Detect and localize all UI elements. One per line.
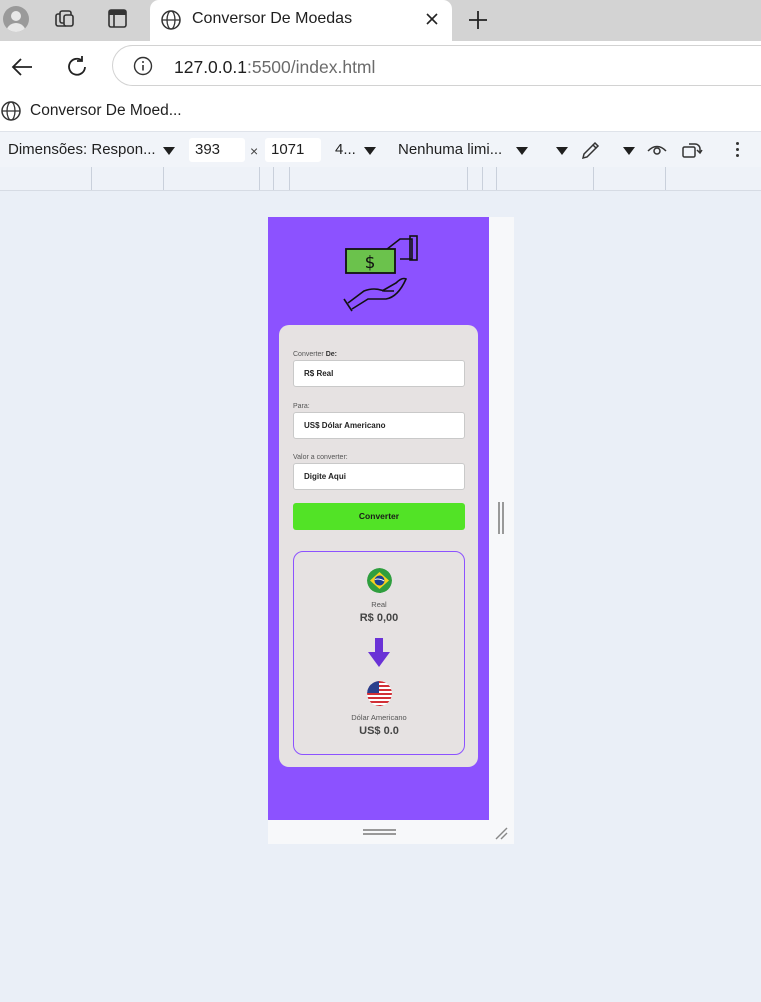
resize-corner-icon[interactable]: [494, 826, 508, 840]
resize-handle-bottom[interactable]: [363, 829, 396, 835]
to-label: Para:: [293, 403, 310, 410]
chevron-down-icon[interactable]: [556, 147, 568, 155]
to-currency-name: Dólar Americano: [351, 713, 407, 722]
favorites-bar: Conversor De Moed...: [0, 91, 761, 131]
address-bar[interactable]: 127.0.0.1:5500/index.html: [112, 45, 761, 86]
amount-label: Valor a converter:: [293, 454, 348, 461]
height-input[interactable]: 1071: [265, 138, 321, 162]
dimensions-select[interactable]: Dimensões: Respon...: [8, 141, 156, 158]
eye-icon[interactable]: [646, 140, 668, 160]
money-hand-icon: $: [343, 235, 418, 312]
throttling-select[interactable]: Nenhuma limi...: [398, 141, 502, 158]
converter-card: Converter De: R$ Real Para: US$ Dólar Am…: [279, 325, 478, 767]
favorite-label: Conversor De Moed...: [30, 102, 182, 119]
globe-icon: [161, 10, 181, 30]
media-query-ruler: [0, 167, 761, 191]
to-currency-select[interactable]: US$ Dólar Americano: [293, 412, 465, 439]
amount-input[interactable]: Digite Aqui: [293, 463, 465, 490]
workspaces-icon[interactable]: [54, 9, 76, 29]
favorite-item[interactable]: Conversor De Moed...: [0, 99, 182, 123]
to-amount: US$ 0.0: [359, 725, 399, 737]
zoom-select[interactable]: 4...: [335, 141, 356, 158]
viewport-bottom-handle: [268, 820, 514, 844]
browser-toolbar: 127.0.0.1:5500/index.html: [0, 41, 761, 91]
brazil-flag-icon: [367, 568, 392, 593]
reload-icon[interactable]: [64, 54, 90, 80]
arrow-down-icon: [368, 638, 390, 667]
close-icon[interactable]: [424, 11, 440, 27]
info-icon[interactable]: [133, 56, 153, 76]
chevron-down-icon[interactable]: [623, 147, 635, 155]
more-options-icon[interactable]: [736, 142, 740, 160]
tab-conversor[interactable]: Conversor De Moedas: [150, 0, 452, 41]
emulated-viewport: $ Converter De: R$ Real Para: US$ Dólar …: [268, 217, 489, 820]
chevron-down-icon[interactable]: [516, 147, 528, 155]
eyedropper-icon[interactable]: [579, 140, 601, 160]
chevron-down-icon[interactable]: [163, 147, 175, 155]
globe-icon: [1, 101, 21, 121]
profile-avatar-icon[interactable]: [3, 6, 29, 32]
result-box: Real R$ 0,00 Dólar Americano US$ 0.0: [293, 551, 465, 755]
svg-text:$: $: [365, 253, 376, 273]
from-label: Converter De:: [293, 351, 337, 358]
chevron-down-icon[interactable]: [364, 147, 376, 155]
resize-handle-right[interactable]: [498, 502, 504, 534]
tab-strip: Conversor De Moedas: [0, 0, 761, 41]
usa-flag-icon: [367, 681, 392, 706]
vertical-tabs-icon[interactable]: [107, 9, 129, 29]
new-tab-icon[interactable]: [466, 8, 490, 32]
back-icon[interactable]: [9, 54, 35, 80]
from-currency-select[interactable]: R$ Real: [293, 360, 465, 387]
from-currency-name: Real: [371, 600, 387, 609]
tab-title: Conversor De Moedas: [192, 10, 353, 27]
times-sign: ×: [250, 143, 259, 159]
convert-button[interactable]: Converter: [293, 503, 465, 530]
rotate-icon[interactable]: [681, 140, 703, 160]
from-amount: R$ 0,00: [359, 612, 399, 624]
width-input[interactable]: 393: [189, 138, 245, 162]
device-toolbar: Dimensões: Respon... 393 × 1071 4... Nen…: [0, 131, 761, 167]
url-text: 127.0.0.1:5500/index.html: [174, 57, 376, 77]
